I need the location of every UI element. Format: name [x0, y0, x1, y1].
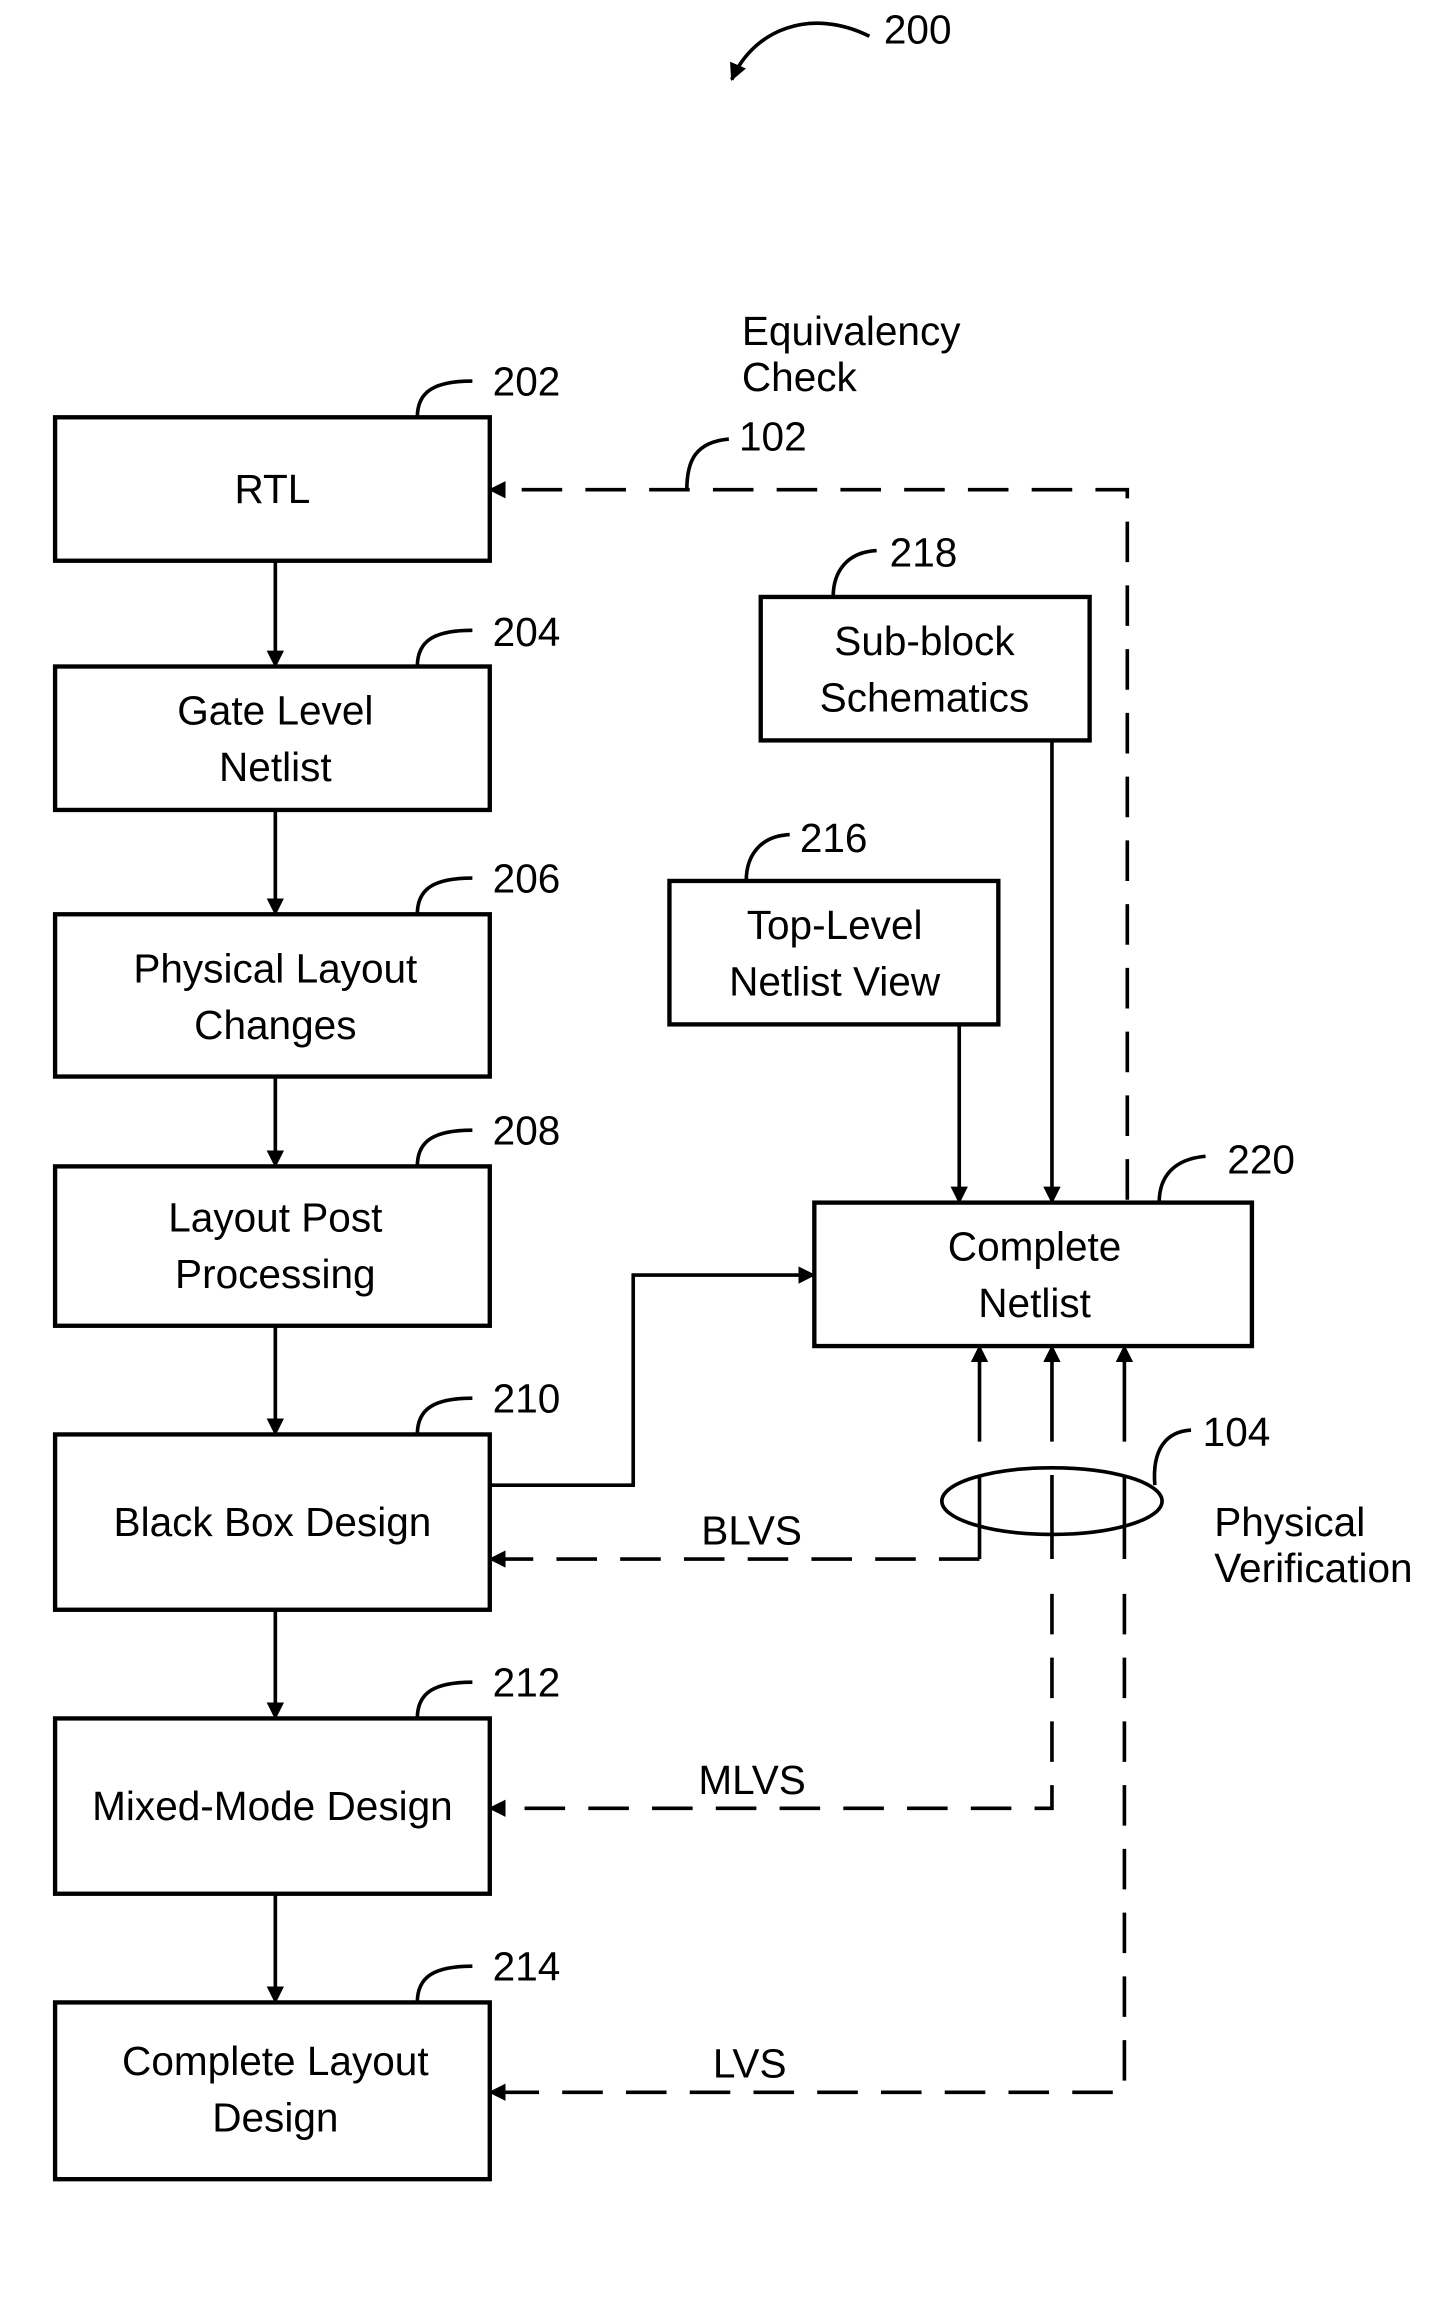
box-label-line1: Layout Post [168, 1195, 382, 1241]
ref-leader [415, 876, 473, 915]
ref-212: 212 [493, 1660, 561, 1706]
sub-block-schematics: Sub-block Schematics 218 [758, 530, 1092, 1205]
ref-leader [831, 548, 877, 597]
box-label-line2: Design [212, 2094, 338, 2140]
equivalency-label-line1: Equivalency [742, 308, 961, 354]
figure-ref-label: 200 [884, 6, 952, 52]
ref-leader [415, 1128, 473, 1167]
equivalency-check: Equivalency Check 102 [488, 308, 1130, 1200]
box-label-line1: Complete Layout [122, 2038, 429, 2084]
feedback-paths: BLVS MLVS LVS [488, 1508, 1127, 2101]
flow-diagram: 200 RTL 202 Gate Level Netlist 204 Physi… [52, 6, 1413, 2182]
step-black-box-design: Black Box Design 210 [52, 1376, 561, 1612]
step-gate-level-netlist: Gate Level Netlist 204 [52, 609, 561, 813]
box-label-line2: Changes [194, 1002, 356, 1048]
ref-leader [415, 1396, 473, 1435]
ref-218: 218 [890, 530, 958, 576]
box-layout-post-processing [52, 1164, 492, 1328]
ref-leader [415, 628, 473, 667]
lvs-dashed-path [488, 1593, 1127, 2101]
box-label-line1: Complete [948, 1224, 1122, 1270]
box-label: Mixed-Mode Design [92, 1783, 453, 1829]
box-label-line2: Netlist [978, 1280, 1091, 1326]
step-mixed-mode-design: Mixed-Mode Design 212 [52, 1660, 561, 1896]
box-label-line1: Sub-block [834, 618, 1015, 664]
step-physical-layout-changes: Physical Layout Changes 206 [52, 856, 561, 1079]
ref-102: 102 [739, 414, 807, 460]
figure-pointer-arrow [730, 21, 871, 82]
physical-verification: 104 Physical Verification [940, 1344, 1413, 1591]
ref-204: 204 [493, 609, 561, 655]
box-label-line2: Netlist [219, 744, 332, 790]
pv-label-line1: Physical [1214, 1499, 1365, 1545]
ref-208: 208 [493, 1108, 561, 1154]
box-label-line2: Schematics [820, 674, 1030, 720]
step-layout-post-processing: Layout Post Processing 208 [52, 1108, 561, 1328]
ref-leader [1157, 1154, 1206, 1203]
ref-leader [1152, 1428, 1192, 1486]
ref-206: 206 [493, 856, 561, 902]
ref-leader [415, 379, 473, 418]
blvs-label: BLVS [701, 1508, 802, 1554]
ref-202: 202 [493, 359, 561, 405]
ref-210: 210 [493, 1376, 561, 1422]
pv-label-line2: Verification [1214, 1545, 1412, 1591]
box-label-line2: Netlist View [729, 958, 941, 1004]
ref-220: 220 [1227, 1137, 1295, 1183]
box-label-line2: Processing [175, 1251, 376, 1297]
ref-leader [415, 1680, 473, 1719]
box-label-line1: Gate Level [177, 687, 373, 733]
mlvs-label: MLVS [698, 1757, 805, 1803]
figure-ref-200: 200 [730, 6, 952, 82]
box-rtl-label: RTL [234, 466, 310, 512]
ref-104: 104 [1203, 1409, 1271, 1455]
equivalency-label-line2: Check [742, 354, 858, 400]
step-rtl: RTL 202 [52, 359, 561, 563]
ref-leader [685, 437, 730, 490]
lvs-label: LVS [713, 2041, 787, 2087]
ref-leader [415, 1964, 473, 2003]
box-label-line1: Top-Level [747, 902, 923, 948]
box-complete-layout-design [52, 2000, 492, 2182]
ref-214: 214 [493, 1944, 561, 1990]
step-complete-layout-design: Complete Layout Design 214 [52, 1944, 561, 2182]
top-level-netlist-view: Top-Level Netlist View 216 [667, 815, 1001, 1205]
box-label-line1: Physical Layout [133, 945, 417, 991]
ref-216: 216 [800, 815, 868, 861]
ref-leader [744, 832, 790, 881]
box-physical-layout-changes [52, 912, 492, 1079]
box-label: Black Box Design [114, 1499, 432, 1545]
